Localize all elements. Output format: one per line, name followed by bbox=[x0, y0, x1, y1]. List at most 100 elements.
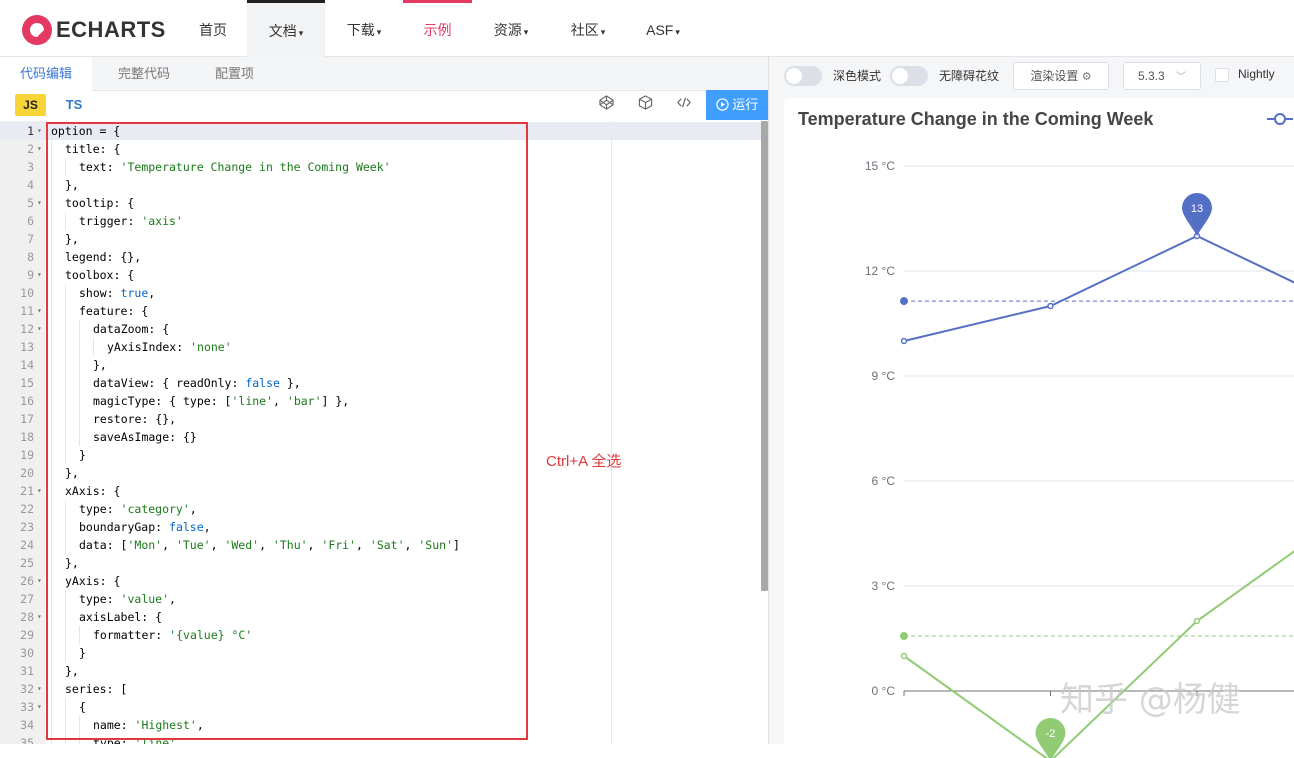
codesandbox-icon[interactable] bbox=[635, 95, 655, 115]
version-select[interactable]: 5.3.3 ﹀ bbox=[1123, 62, 1201, 90]
gear-icon: ⚙ bbox=[1081, 71, 1092, 83]
nav-home[interactable]: 首页 bbox=[186, 0, 240, 57]
fold-arrow-icon[interactable]: ▾ bbox=[37, 266, 45, 284]
data-point bbox=[900, 337, 908, 345]
top-navbar: ECHARTS 首页 文档 ▾ 下载 ▾ 示例 资源 ▾ 社区 ▾ ASF ▾ bbox=[0, 0, 1294, 57]
version-value: 5.3.3 bbox=[1137, 69, 1165, 83]
line-number: 9 bbox=[27, 268, 34, 282]
fold-arrow-icon[interactable]: ▾ bbox=[37, 482, 45, 500]
nav-community-label: 社区 bbox=[570, 22, 599, 38]
line-number: 7 bbox=[27, 232, 34, 246]
dark-mode-label: 深色模式 bbox=[833, 69, 882, 83]
chevron-down-icon: ▾ bbox=[376, 27, 382, 37]
preview-panel: 深色模式 无障碍花纹 渲染设置 ⚙ 5.3.3 ﹀ Nightly Temper… bbox=[769, 57, 1294, 758]
fold-arrow-icon[interactable]: ▾ bbox=[37, 320, 45, 338]
line-number: 33 bbox=[20, 700, 34, 714]
nav-docs-label: 文档 bbox=[268, 23, 297, 39]
line-number: 2 bbox=[27, 142, 34, 156]
series-line-highest bbox=[903, 234, 1294, 342]
nightly-label: Nightly bbox=[1238, 67, 1275, 81]
nav-download[interactable]: 下载 ▾ bbox=[328, 0, 400, 57]
line-number: 24 bbox=[20, 538, 34, 552]
line-number: 26 bbox=[20, 574, 34, 588]
chevron-down-icon: ▾ bbox=[298, 28, 304, 38]
nav-examples[interactable]: 示例 bbox=[403, 0, 472, 57]
nav-examples-label: 示例 bbox=[423, 22, 452, 38]
y-tick-label: 12 °C bbox=[865, 264, 895, 278]
line-number: 11 bbox=[20, 304, 34, 318]
nav-resources-label: 资源 bbox=[493, 22, 522, 38]
dark-mode-toggle[interactable] bbox=[784, 66, 822, 86]
fold-arrow-icon[interactable]: ▾ bbox=[37, 680, 45, 698]
nav-asf[interactable]: ASF ▾ bbox=[630, 0, 696, 57]
y-tick-label: 9 °C bbox=[872, 369, 896, 383]
mark-line-start-dot bbox=[900, 632, 908, 641]
line-number: 19 bbox=[20, 448, 34, 462]
accessible-pattern-toggle[interactable] bbox=[890, 66, 928, 86]
fold-arrow-icon[interactable]: ▾ bbox=[37, 194, 45, 212]
y-tick-label: 3 °C bbox=[872, 579, 896, 593]
chart-container: Temperature Change in the Coming Week 15… bbox=[784, 98, 1294, 758]
fold-arrow-icon[interactable]: ▾ bbox=[37, 122, 45, 140]
nightly-checkbox[interactable] bbox=[1215, 68, 1229, 82]
line-number: 16 bbox=[20, 394, 34, 408]
mark-point-label: 13 bbox=[1191, 203, 1203, 215]
mark-line-start-dot bbox=[900, 297, 908, 306]
play-circle-icon bbox=[715, 92, 729, 122]
tab-code-edit[interactable]: 代码编辑 bbox=[0, 57, 93, 91]
y-tick-label: 15 °C bbox=[865, 159, 895, 173]
line-number: 6 bbox=[27, 214, 34, 228]
fold-arrow-icon[interactable]: ▾ bbox=[37, 302, 45, 320]
logo-text: ECHARTS bbox=[56, 17, 166, 42]
mark-point-label: -2 bbox=[1046, 728, 1056, 740]
fold-arrow-icon[interactable]: ▾ bbox=[37, 608, 45, 626]
editor-scrollbar[interactable] bbox=[761, 121, 768, 591]
line-number: 23 bbox=[20, 520, 34, 534]
tab-options[interactable]: 配置项 bbox=[195, 57, 274, 91]
zhihu-watermark: 知乎 @杨健 bbox=[1060, 680, 1241, 720]
nav-docs[interactable]: 文档 ▾ bbox=[247, 0, 325, 57]
codepen-icon[interactable] bbox=[596, 95, 616, 115]
line-number: 12 bbox=[20, 322, 34, 336]
line-number: 3 bbox=[27, 160, 34, 174]
chevron-down-icon: ▾ bbox=[675, 27, 680, 37]
line-chart[interactable]: 15 °C 12 °C 9 °C 6 °C 3 °C 0 °C 13 -2 bbox=[784, 98, 1294, 758]
fold-arrow-icon[interactable]: ▾ bbox=[37, 140, 45, 158]
chevron-down-icon: ▾ bbox=[523, 27, 529, 37]
nav-community[interactable]: 社区 ▾ bbox=[552, 0, 624, 57]
line-number: 13 bbox=[20, 340, 34, 354]
line-number: 34 bbox=[20, 718, 34, 732]
nav-asf-label: ASF bbox=[646, 22, 674, 38]
line-number: 4 bbox=[27, 178, 34, 192]
chevron-down-icon: ﹀ bbox=[1176, 72, 1187, 83]
tab-full-code[interactable]: 完整代码 bbox=[98, 57, 190, 91]
ts-toggle[interactable]: TS bbox=[60, 94, 88, 116]
editor-tabs: 代码编辑 完整代码 配置项 bbox=[0, 57, 768, 91]
echarts-logo-icon bbox=[22, 15, 52, 45]
nav-resources[interactable]: 资源 ▾ bbox=[475, 0, 547, 57]
data-point bbox=[1047, 302, 1054, 310]
run-button[interactable]: 运行 bbox=[706, 90, 768, 120]
line-number: 5 bbox=[27, 196, 34, 210]
code-editor[interactable]: 1 ▾ option = {2 ▾ title: {3 text: 'Temperatur… bbox=[0, 121, 768, 744]
chevron-down-icon: ▾ bbox=[600, 27, 606, 37]
code-icon[interactable] bbox=[674, 95, 694, 115]
accessible-pattern-label: 无障碍花纹 bbox=[939, 69, 1000, 83]
y-tick-label: 6 °C bbox=[872, 474, 896, 488]
line-number: 21 bbox=[20, 484, 34, 498]
nav-download-label: 下载 bbox=[346, 22, 375, 38]
line-number: 25 bbox=[20, 556, 34, 570]
render-settings-button[interactable]: 渲染设置 ⚙ bbox=[1013, 62, 1109, 90]
fold-arrow-icon[interactable]: ▾ bbox=[37, 572, 45, 590]
echarts-logo[interactable]: ECHARTS bbox=[22, 14, 166, 46]
line-number: 17 bbox=[20, 412, 34, 426]
fold-arrow-icon[interactable]: ▾ bbox=[37, 698, 45, 716]
line-number: 29 bbox=[20, 628, 34, 642]
line-number: 1 bbox=[27, 124, 34, 138]
data-point bbox=[1193, 617, 1201, 625]
line-number: 31 bbox=[20, 664, 34, 678]
line-number: 10 bbox=[20, 286, 34, 300]
series-line-lowest bbox=[903, 550, 1294, 758]
js-toggle[interactable]: JS bbox=[15, 94, 46, 116]
line-number: 35 bbox=[20, 736, 34, 744]
